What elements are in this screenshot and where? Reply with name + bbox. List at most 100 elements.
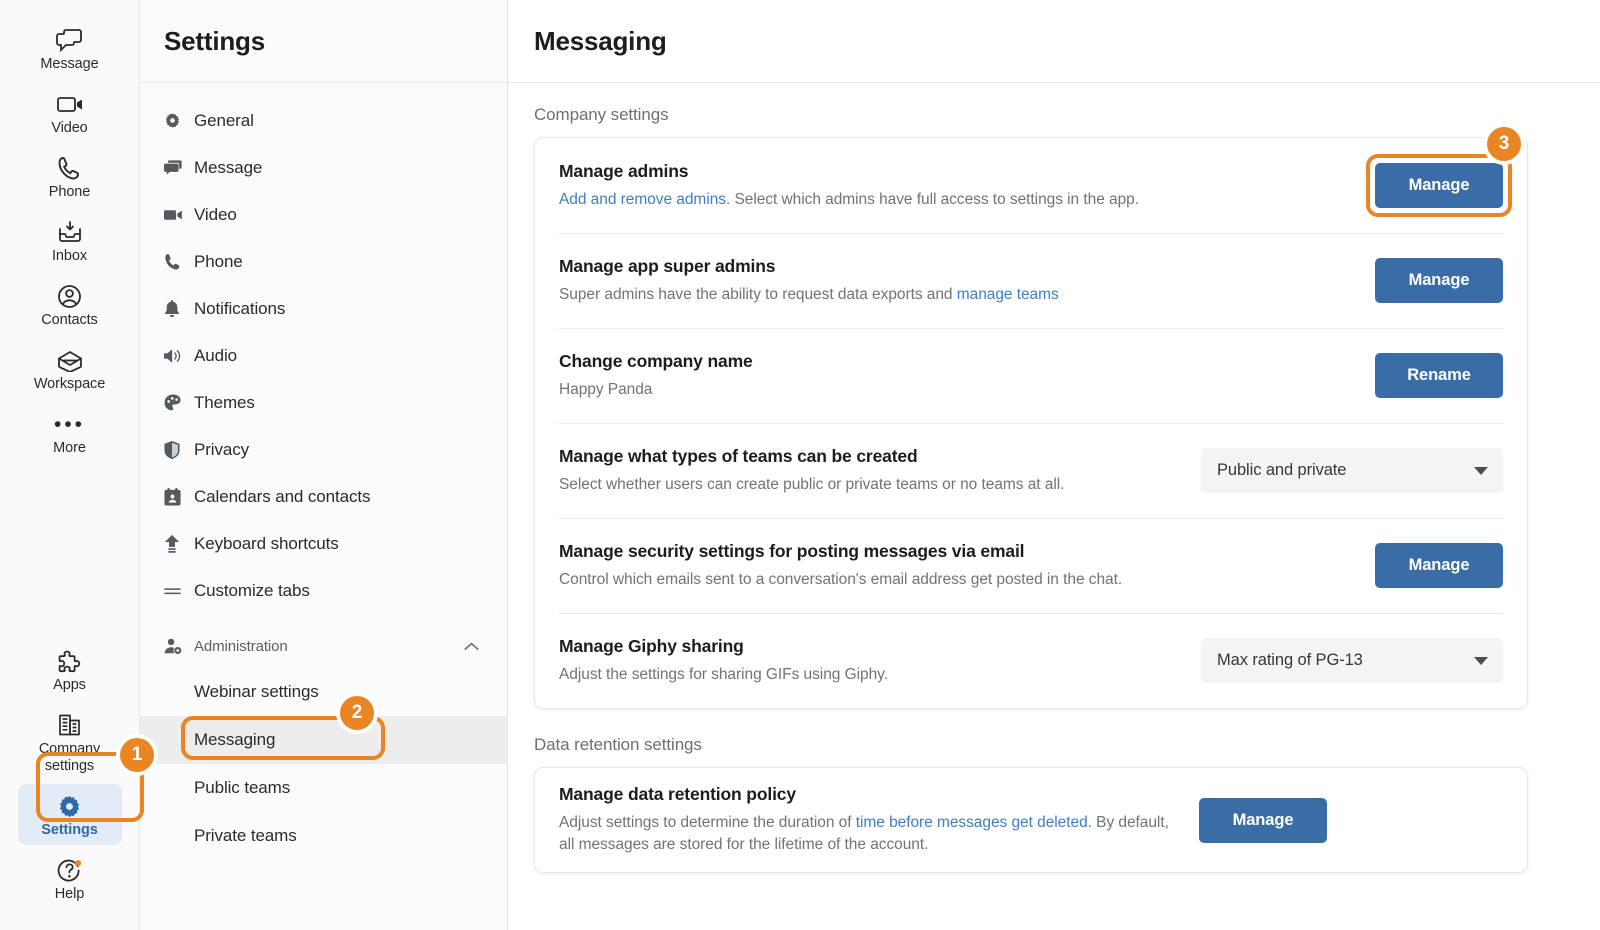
sidebar-item-label: Calendars and contacts (194, 486, 371, 506)
sidebar-item-webinar-settings[interactable]: Webinar settings (140, 668, 507, 716)
sidebar-sub-label: Messaging (194, 730, 276, 749)
sidebar-item-calendars-and-contacts[interactable]: Calendars and contacts (140, 473, 507, 520)
message-icon (56, 25, 83, 55)
chevron-up-icon[interactable] (464, 639, 479, 654)
rail-item-label: Phone (48, 184, 91, 200)
giphy-rating-select[interactable]: Max rating of PG-13 (1201, 638, 1503, 683)
sidebar-item-customize-tabs[interactable]: Customize tabs (140, 567, 507, 614)
manage-email-security-button[interactable]: Manage (1375, 543, 1503, 588)
data-retention-card: Manage data retention policy Adjust sett… (534, 767, 1528, 873)
manage-admins-button-wrap: Manage 3 (1366, 127, 1521, 217)
row-text: Manage admins Add and remove admins. Sel… (559, 161, 1375, 211)
row-title: Manage app super admins (559, 255, 776, 276)
row-title: Manage Giphy sharing (559, 635, 744, 656)
rail-item-more[interactable]: ••• More (18, 402, 122, 463)
add-and-remove-admins-link[interactable]: Add and remove admins (559, 191, 726, 208)
rail-item-contacts[interactable]: Contacts (18, 274, 122, 335)
rail-item-label: Video (51, 120, 88, 136)
rail-item-label: Inbox (52, 248, 87, 264)
rail-item-label: Workspace (33, 376, 106, 392)
row-text: Manage app super admins Super admins hav… (559, 256, 1375, 306)
row-change-company-name: Change company name Happy Panda Rename (535, 328, 1527, 423)
main-body: Company settings Manage admins Add and r… (508, 83, 1600, 899)
sidebar-item-label: Privacy (194, 439, 250, 459)
settings-sidebar: Settings General Message Video Phone Not… (140, 0, 508, 930)
rename-company-button[interactable]: Rename (1375, 353, 1503, 398)
sidebar-item-public-teams[interactable]: Public teams (140, 764, 507, 812)
row-text: Manage Giphy sharing Adjust the settings… (559, 636, 1201, 686)
row-title: Change company name (559, 350, 753, 371)
row-description: Adjust settings to determine the duratio… (559, 812, 1181, 856)
rail-item-apps[interactable]: Apps (18, 639, 122, 700)
rail-item-phone[interactable]: Phone (18, 146, 122, 207)
sidebar-section-administration[interactable]: Administration (140, 624, 507, 668)
sidebar-item-audio[interactable]: Audio (140, 332, 507, 379)
row-description: Select whether users can create public o… (559, 475, 1065, 493)
sidebar-item-label: Themes (194, 392, 255, 412)
row-text: Manage what types of teams can be create… (559, 446, 1201, 496)
rail-item-video[interactable]: Video (18, 82, 122, 143)
rail-item-label: More (53, 440, 86, 456)
palette-icon (164, 394, 194, 412)
video-icon (56, 89, 84, 119)
rail-item-company-settings[interactable]: Company settings (18, 703, 122, 781)
row-description: Super admins have the ability to request… (559, 284, 1357, 306)
manage-super-admins-button[interactable]: Manage (1375, 258, 1503, 303)
phone-icon (57, 153, 82, 183)
team-types-select[interactable]: Public and private (1201, 448, 1503, 493)
contacts-icon (57, 281, 82, 311)
manage-admins-button[interactable]: Manage (1375, 163, 1503, 208)
sidebar-item-label: Audio (194, 345, 237, 365)
rail-item-workspace[interactable]: Workspace (18, 338, 122, 399)
row-description-pre: Adjust settings to determine the duratio… (559, 814, 856, 831)
admin-user-icon (164, 638, 194, 655)
time-before-messages-deleted-link[interactable]: time before messages get deleted (856, 814, 1088, 831)
sidebar-item-privacy[interactable]: Privacy (140, 426, 507, 473)
sidebar-section-label: Administration (194, 637, 288, 655)
help-question-icon (57, 855, 82, 885)
rail-item-label: Contacts (41, 312, 98, 328)
sidebar-item-keyboard-shortcuts[interactable]: Keyboard shortcuts (140, 520, 507, 567)
rail-bottom-group: Apps Company settings Settings Help (0, 639, 139, 930)
main-page-title: Messaging (534, 25, 667, 56)
rail-item-inbox[interactable]: Inbox (18, 210, 122, 271)
rail-item-label: Help (54, 886, 85, 902)
settings-sidebar-header: Settings (140, 0, 507, 83)
step-badge-3: 3 (1487, 127, 1521, 161)
chevron-down-icon (1474, 466, 1488, 475)
row-title: Manage admins (559, 160, 689, 181)
rail-item-settings[interactable]: Settings (17, 784, 122, 845)
rail-item-message[interactable]: Message (18, 18, 122, 79)
row-manage-app-super-admins: Manage app super admins Super admins hav… (535, 233, 1527, 328)
rail-item-label: Apps (53, 677, 86, 693)
sidebar-item-notifications[interactable]: Notifications (140, 285, 507, 332)
sidebar-item-messaging[interactable]: Messaging (140, 716, 507, 764)
sidebar-sub-label: Private teams (194, 826, 297, 845)
row-description-pre: Super admins have the ability to request… (559, 285, 957, 303)
rail-item-label: Company settings (38, 741, 101, 774)
manage-teams-link[interactable]: manage teams (957, 286, 1059, 303)
sidebar-item-message[interactable]: Message (140, 144, 507, 191)
manage-data-retention-button[interactable]: Manage (1199, 797, 1327, 843)
bell-icon (164, 299, 194, 318)
sidebar-item-general[interactable]: General (140, 97, 507, 144)
row-description: Control which emails sent to a conversat… (559, 570, 1123, 588)
shield-icon (164, 440, 194, 459)
sidebar-item-themes[interactable]: Themes (140, 379, 507, 426)
gear-icon (164, 112, 194, 129)
sidebar-item-private-teams[interactable]: Private teams (140, 812, 507, 860)
row-description-rest: . Select which admins have full access t… (725, 190, 1140, 208)
step-badge-2: 2 (340, 696, 374, 730)
rail-item-label: Settings (41, 822, 98, 838)
main-header: Messaging (508, 0, 1600, 83)
sidebar-item-phone[interactable]: Phone (140, 238, 507, 285)
row-manage-data-retention-policy: Manage data retention policy Adjust sett… (535, 768, 1527, 872)
data-retention-section-label: Data retention settings (534, 735, 702, 754)
company-name-value: Happy Panda (559, 380, 653, 398)
team-types-select-value: Public and private (1217, 461, 1347, 479)
rail-item-help[interactable]: Help (18, 848, 122, 909)
page-title: Settings (164, 25, 265, 56)
sidebar-item-video[interactable]: Video (140, 191, 507, 238)
sidebar-item-label: Keyboard shortcuts (194, 533, 339, 553)
row-email-posting-security: Manage security settings for posting mes… (535, 518, 1527, 613)
